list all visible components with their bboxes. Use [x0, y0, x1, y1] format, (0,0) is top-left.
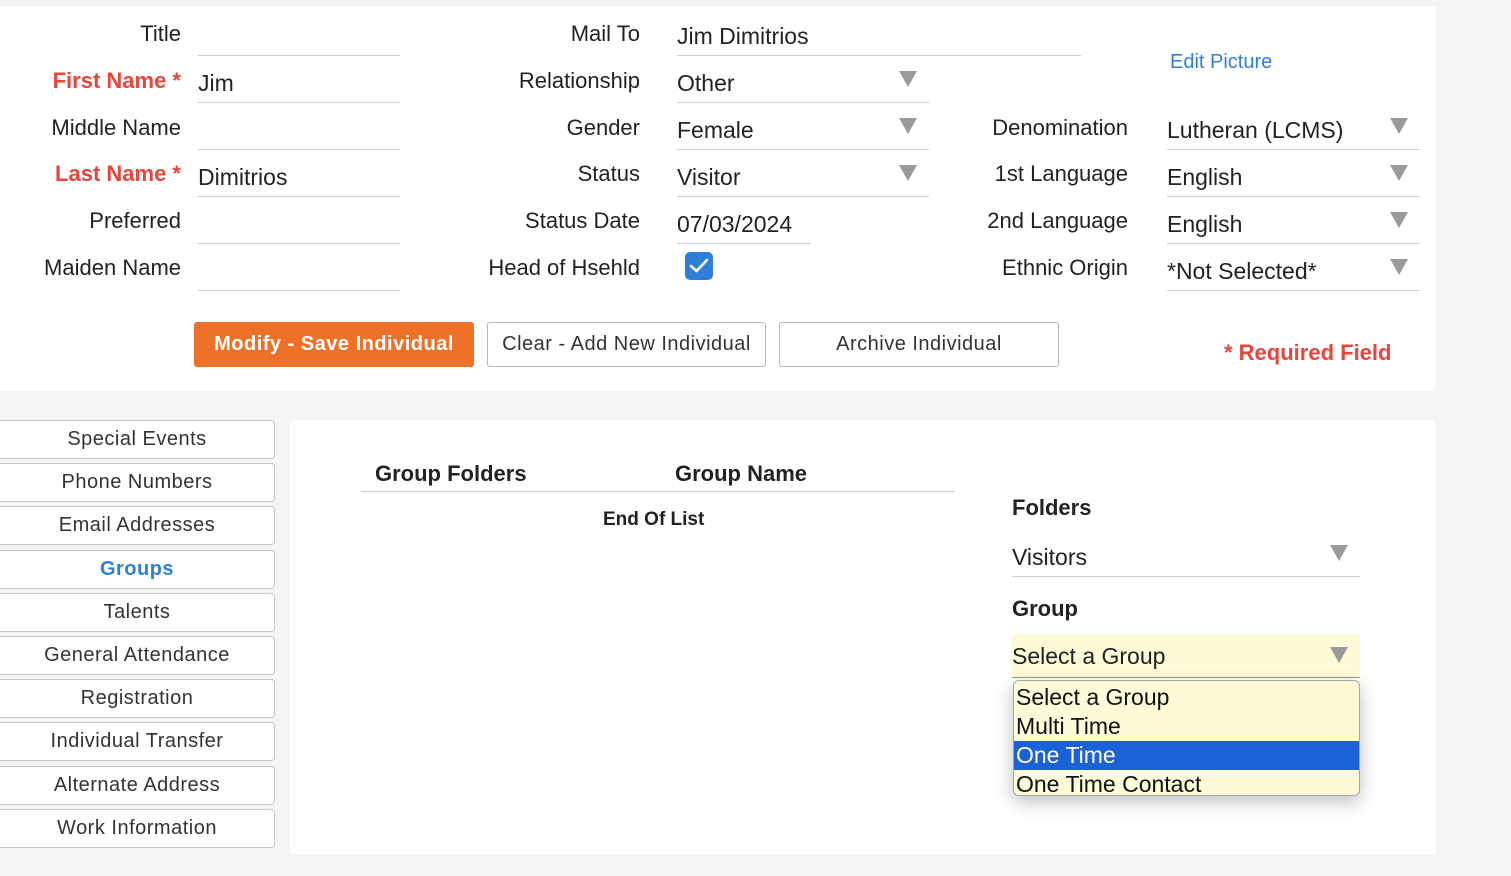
ethnic-origin-value: *Not Selected* — [1167, 258, 1317, 284]
side-tab-individual-transfer[interactable]: Individual Transfer — [0, 722, 275, 762]
side-tab-email-addresses[interactable]: Email Addresses — [0, 506, 275, 546]
first-name-input[interactable]: Jim — [198, 55, 400, 103]
last-name-label: Last Name * — [55, 161, 181, 186]
chevron-down-icon — [899, 165, 917, 181]
denomination-label: Denomination — [992, 115, 1128, 140]
maiden-name-input[interactable] — [198, 243, 400, 291]
side-tab-alternate-address[interactable]: Alternate Address — [0, 765, 275, 805]
group-option-one-time-contact[interactable]: One Time Contact — [1014, 770, 1359, 795]
first-language-value: English — [1167, 164, 1243, 190]
table-header-divider — [361, 491, 955, 492]
relationship-label: Relationship — [518, 68, 640, 93]
middle-name-input[interactable] — [198, 102, 400, 150]
side-tab-groups[interactable]: Groups — [0, 549, 275, 589]
chevron-down-icon — [1390, 259, 1408, 275]
status-date-label: Status Date — [525, 208, 640, 233]
preferred-input[interactable] — [198, 196, 400, 244]
gender-label: Gender — [566, 115, 640, 140]
group-option-select-a-group[interactable]: Select a Group — [1014, 683, 1359, 712]
group-name-column-header: Group Name — [675, 461, 808, 486]
relationship-select[interactable]: Other — [677, 55, 929, 103]
ethnic-origin-select[interactable]: *Not Selected* — [1167, 243, 1420, 291]
folders-title: Folders — [1012, 495, 1092, 520]
chevron-down-icon — [1330, 545, 1348, 561]
title-input[interactable] — [198, 8, 400, 56]
maiden-name-label: Maiden Name — [44, 255, 181, 280]
chevron-down-icon — [899, 71, 917, 87]
gender-value: Female — [677, 117, 754, 143]
modify-save-button[interactable]: Modify - Save Individual — [194, 322, 474, 367]
group-select-value: Select a Group — [1012, 643, 1166, 669]
first-language-label: 1st Language — [994, 161, 1128, 186]
head-of-household-label: Head of Hsehld — [488, 255, 640, 280]
chevron-down-icon — [1330, 647, 1348, 663]
group-select[interactable]: Select a Group — [1012, 634, 1360, 678]
head-of-household-checkbox[interactable] — [685, 252, 713, 280]
chevron-down-icon — [899, 118, 917, 134]
side-tab-work-information[interactable]: Work Information — [0, 808, 275, 848]
group-folders-column-header: Group Folders — [375, 461, 527, 486]
status-date-input[interactable]: 07/03/2024 — [677, 196, 811, 244]
relationship-value: Other — [677, 70, 735, 96]
side-tab-registration[interactable]: Registration — [0, 679, 275, 719]
group-option-one-time[interactable]: One Time — [1014, 741, 1359, 770]
preferred-label: Preferred — [89, 208, 181, 233]
second-language-label: 2nd Language — [987, 208, 1128, 233]
required-field-note: * Required Field — [1224, 340, 1392, 365]
gender-select[interactable]: Female — [677, 102, 929, 150]
middle-name-label: Middle Name — [51, 115, 181, 140]
status-label: Status — [577, 161, 640, 186]
checkmark-icon — [689, 258, 709, 273]
folders-value: Visitors — [1012, 544, 1087, 570]
first-language-select[interactable]: English — [1167, 149, 1420, 197]
mail-to-input[interactable]: Jim Dimitrios — [677, 8, 1081, 56]
group-dropdown-list: Select a Group Multi Time One Time One Time… — [1013, 680, 1360, 796]
second-language-select[interactable]: English — [1167, 196, 1420, 244]
chevron-down-icon — [1390, 212, 1408, 228]
archive-individual-button[interactable]: Archive Individual — [779, 322, 1059, 367]
chevron-down-icon — [1390, 165, 1408, 181]
ethnic-origin-label: Ethnic Origin — [1002, 255, 1128, 280]
denomination-value: Lutheran (LCMS) — [1167, 117, 1344, 143]
side-tab-special-events[interactable]: Special Events — [0, 420, 275, 459]
status-select[interactable]: Visitor — [677, 149, 929, 197]
denomination-select[interactable]: Lutheran (LCMS) — [1167, 102, 1420, 150]
title-label: Title — [140, 21, 181, 46]
side-tab-general-attendance[interactable]: General Attendance — [0, 636, 275, 675]
clear-add-new-button[interactable]: Clear - Add New Individual — [487, 322, 766, 367]
folders-select[interactable]: Visitors — [1012, 529, 1360, 577]
mail-to-label: Mail To — [570, 21, 640, 46]
side-tab-phone-numbers[interactable]: Phone Numbers — [0, 463, 275, 503]
second-language-value: English — [1167, 211, 1243, 237]
first-name-label: First Name * — [52, 68, 181, 93]
group-option-multi-time[interactable]: Multi Time — [1014, 712, 1359, 741]
end-of-list-text: End Of List — [603, 509, 705, 530]
last-name-input[interactable]: Dimitrios — [198, 149, 400, 197]
side-tab-talents[interactable]: Talents — [0, 592, 275, 632]
group-title: Group — [1012, 596, 1078, 621]
status-value: Visitor — [677, 164, 741, 190]
edit-picture-link[interactable]: Edit Picture — [1170, 51, 1272, 74]
chevron-down-icon — [1390, 118, 1408, 134]
